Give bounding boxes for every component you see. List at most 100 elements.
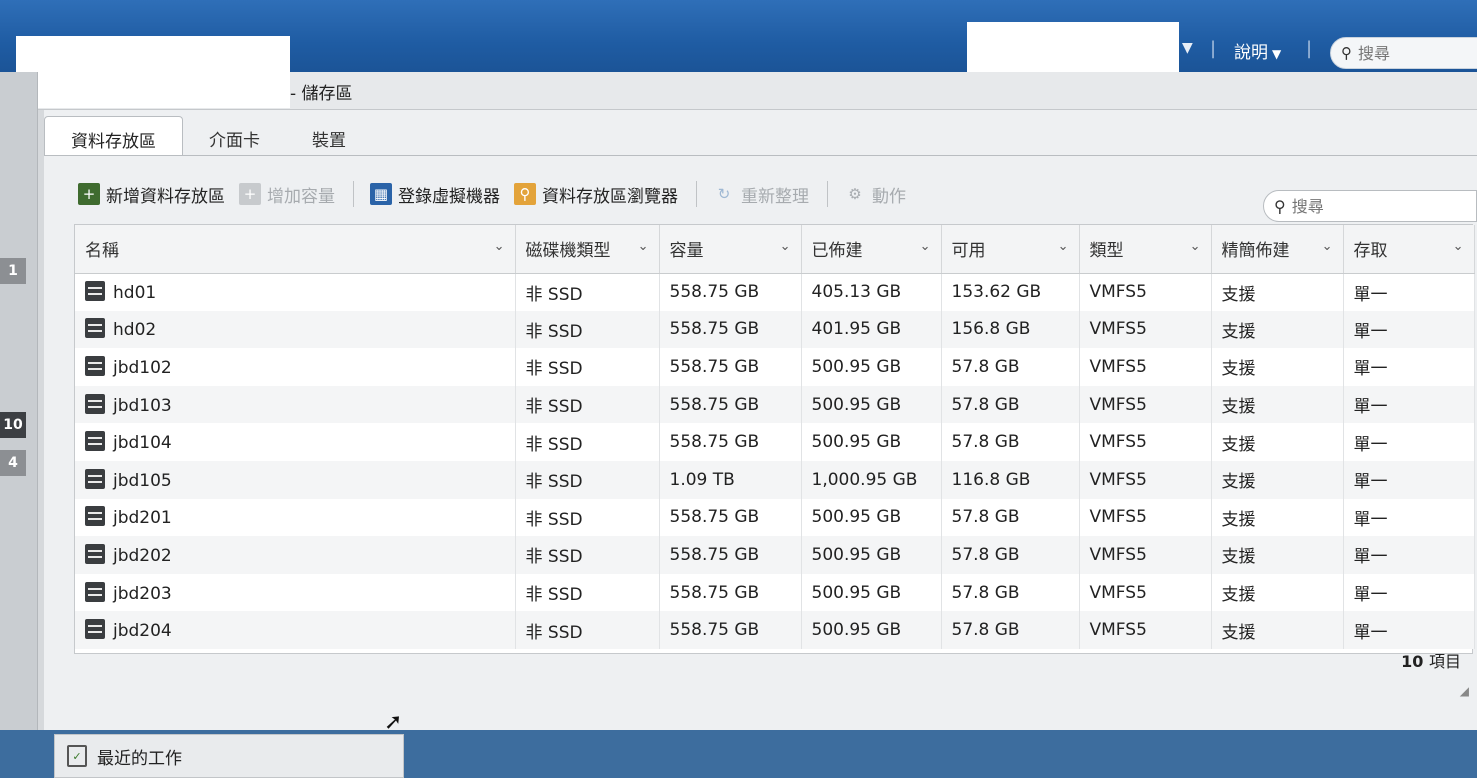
redacted-host-name (16, 36, 290, 108)
cell-text: 558.75 GB (669, 319, 760, 340)
toolbar: + 新增資料存放區 + 增加容量 ▦ 登錄虛擬機器 ⚲ 資料存放區瀏覽器 ↻ 重… (78, 178, 920, 210)
chevron-down-icon[interactable]: ⌄ (780, 239, 791, 254)
table-row[interactable]: hd02 非 SSD 558.75 GB 401.95 GB 156.8 GB VMFS5… (75, 310, 1475, 349)
badge-count[interactable]: 1 (0, 258, 26, 284)
tab-datastores[interactable]: 資料存放區 (44, 116, 183, 156)
cell-text: 57.8 GB (951, 620, 1020, 641)
cell-access: 單一 (1343, 536, 1475, 574)
cell-text: 153.62 GB (951, 282, 1042, 303)
chevron-down-icon[interactable]: ⌄ (1322, 239, 1333, 254)
increase-capacity-button[interactable]: + 增加容量 (239, 182, 335, 207)
table-search[interactable]: ⚲ (1263, 190, 1477, 222)
badge-count[interactable]: 10 (0, 412, 26, 438)
badge-count[interactable]: 4 (0, 450, 26, 476)
cell-name: jbd201 (75, 498, 516, 537)
chevron-down-icon[interactable]: ⌄ (494, 239, 505, 254)
cell-drive-type: 非 SSD (515, 460, 660, 499)
actions-button[interactable]: ⚙ 動作 (844, 182, 906, 207)
register-vm-button[interactable]: ▦ 登錄虛擬機器 (370, 182, 500, 207)
item-count: 10 項目 (1401, 648, 1461, 672)
cell-drive-type: 非 SSD (515, 348, 660, 386)
tab-devices[interactable]: 裝置 (286, 116, 372, 156)
cell-text: VMFS5 (1089, 469, 1147, 490)
cell-provisioned: 1,000.95 GB (801, 460, 942, 499)
refresh-button[interactable]: ↻ 重新整理 (713, 182, 809, 207)
column-header[interactable]: 容量 ⌄ (659, 225, 802, 274)
table-row[interactable]: jbd202 非 SSD 558.75 GB 500.95 GB 57.8 GB VMFS… (75, 536, 1475, 574)
table-row[interactable]: hd01 非 SSD 558.75 GB 405.13 GB 153.62 GB VMFS… (75, 273, 1475, 311)
recent-tasks-label: 最近的工作 (97, 748, 182, 769)
table-row[interactable]: jbd204 非 SSD 558.75 GB 500.95 GB 57.8 GB VMFS… (75, 611, 1475, 649)
global-search-input[interactable] (1358, 43, 1468, 63)
cell-text: 1,000.95 GB (811, 469, 918, 490)
column-header[interactable]: 類型 ⌄ (1079, 225, 1212, 274)
column-header[interactable]: 已佈建 ⌄ (801, 225, 942, 274)
column-header[interactable]: 磁碟機類型 ⌄ (515, 225, 660, 274)
cell-text: 單一 (1353, 509, 1388, 530)
cell-text: 支援 (1221, 622, 1256, 643)
storage-panel: 資料存放區 介面卡 裝置 + 新增資料存放區 + 增加容量 ▦ 登錄虛擬機器 ⚲… (44, 110, 1477, 730)
column-header[interactable]: 精簡佈建 ⌄ (1211, 225, 1344, 274)
cell-text: 500.95 GB (811, 432, 902, 453)
cell-text: 57.8 GB (951, 582, 1020, 603)
datastore-icon (85, 355, 105, 376)
cell-provisioned: 500.95 GB (801, 385, 942, 424)
tab-adapters[interactable]: 介面卡 (183, 116, 286, 156)
cell-text: 非 SSD (525, 585, 583, 606)
cell-drive-type: 非 SSD (515, 423, 660, 461)
cell-drive-type: 非 SSD (515, 273, 660, 311)
refresh-label: 重新整理 (741, 186, 809, 207)
cell-text: hd01 (113, 283, 157, 304)
chevron-down-icon[interactable]: ⌄ (1058, 239, 1069, 254)
chevron-down-icon[interactable]: ⌄ (920, 239, 931, 254)
cell-text: 500.95 GB (811, 544, 902, 565)
cell-type: VMFS5 (1079, 498, 1212, 537)
chevron-down-icon[interactable]: ⌄ (1453, 239, 1464, 254)
toolbar-divider (353, 181, 354, 207)
cell-text: 單一 (1353, 472, 1388, 493)
cell-name: jbd105 (75, 460, 516, 499)
cell-free: 57.8 GB (941, 611, 1080, 649)
header-divider: | (1306, 38, 1313, 59)
cell-type: VMFS5 (1079, 460, 1212, 499)
column-header[interactable]: 名稱 ⌄ (75, 225, 516, 274)
column-header[interactable]: 存取 ⌄ (1343, 225, 1475, 274)
datastore-icon (85, 468, 105, 489)
table-row[interactable]: jbd103 非 SSD 558.75 GB 500.95 GB 57.8 GB VMFS… (75, 385, 1475, 424)
cell-text: 558.75 GB (669, 507, 760, 528)
cell-drive-type: 非 SSD (515, 310, 660, 349)
recent-tasks-panel[interactable]: ✓ 最近的工作 (54, 734, 404, 778)
cell-free: 156.8 GB (941, 310, 1080, 349)
cell-text: 單一 (1353, 434, 1388, 455)
resize-handle-icon[interactable]: ◢ (1460, 684, 1469, 698)
table-search-input[interactable] (1291, 196, 1442, 216)
cell-text: 支援 (1221, 359, 1256, 380)
cell-text: 558.75 GB (669, 544, 760, 565)
datastore-browser-button[interactable]: ⚲ 資料存放區瀏覽器 (514, 182, 678, 207)
header-divider: | (1210, 38, 1217, 59)
table-row[interactable]: jbd203 非 SSD 558.75 GB 500.95 GB 57.8 GB VMFS… (75, 573, 1475, 612)
cell-text: 支援 (1221, 434, 1256, 455)
cell-text: 558.75 GB (669, 282, 760, 303)
column-header[interactable]: 可用 ⌄ (941, 225, 1080, 274)
chevron-down-icon[interactable]: ⌄ (1190, 239, 1201, 254)
datastore-browser-icon: ⚲ (514, 183, 536, 205)
table-row[interactable]: jbd201 非 SSD 558.75 GB 500.95 GB 57.8 GB VMFS… (75, 498, 1475, 537)
cell-text: 非 SSD (525, 284, 583, 305)
cell-drive-type: 非 SSD (515, 611, 660, 649)
table-row[interactable]: jbd104 非 SSD 558.75 GB 500.95 GB 57.8 GB VMFS… (75, 423, 1475, 461)
table-row[interactable]: jbd102 非 SSD 558.75 GB 500.95 GB 57.8 GB VMFS… (75, 348, 1475, 386)
help-menu[interactable]: 說明 ▼ (1234, 38, 1281, 63)
column-header-label: 名稱 (85, 241, 119, 262)
chevron-down-icon[interactable]: ⌄ (638, 239, 649, 254)
cell-free: 57.8 GB (941, 573, 1080, 612)
cell-text: 57.8 GB (951, 394, 1020, 415)
cell-access: 單一 (1343, 611, 1475, 649)
global-search[interactable]: ⚲ (1330, 37, 1477, 69)
add-datastore-button[interactable]: + 新增資料存放區 (78, 182, 225, 207)
table-row[interactable]: jbd105 非 SSD 1.09 TB 1,000.95 GB 116.8 GB VMF… (75, 460, 1475, 499)
datastore-icon (85, 619, 105, 640)
cell-text: 非 SSD (525, 509, 583, 530)
cell-free: 57.8 GB (941, 498, 1080, 537)
user-menu-caret-icon[interactable]: ▼ (1182, 40, 1193, 56)
